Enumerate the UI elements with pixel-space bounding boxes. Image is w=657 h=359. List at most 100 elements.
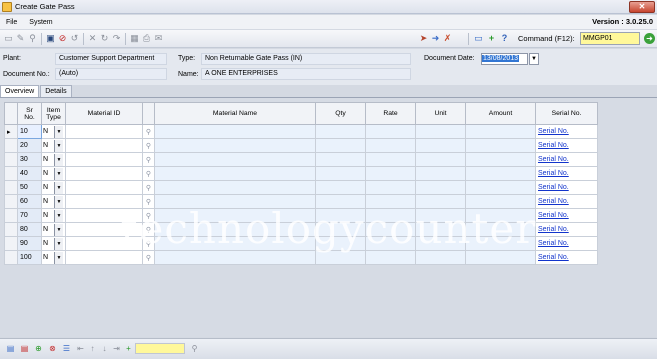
column-header-sr-no[interactable]: Sr No.: [17, 102, 42, 125]
serial-no-link[interactable]: Serial No.: [538, 142, 569, 149]
rate-cell[interactable]: [365, 124, 416, 139]
email-icon[interactable]: ✉: [153, 33, 164, 44]
material-id-cell[interactable]: [65, 138, 143, 153]
lookup-icon[interactable]: ⚲: [142, 166, 155, 181]
lookup-icon[interactable]: ⚲: [142, 124, 155, 139]
material-name-cell[interactable]: [154, 138, 316, 153]
column-header-material-id[interactable]: Material ID: [65, 102, 143, 125]
unit-cell[interactable]: [415, 152, 466, 167]
chevron-down-icon[interactable]: ▼: [54, 125, 63, 138]
print-icon[interactable]: ⎙: [141, 33, 152, 44]
amount-cell[interactable]: [465, 124, 536, 139]
material-name-cell[interactable]: [154, 124, 316, 139]
bottom-search-input[interactable]: [135, 343, 185, 354]
command-input[interactable]: [580, 32, 640, 45]
column-header-qty[interactable]: Qty: [315, 102, 366, 125]
qty-cell[interactable]: [315, 166, 366, 181]
serial-no-link[interactable]: Serial No.: [538, 254, 569, 261]
go-arrow-icon[interactable]: ➜: [644, 33, 655, 44]
navigate-icon[interactable]: ➜: [430, 33, 441, 44]
qty-cell[interactable]: [315, 138, 366, 153]
move-up-icon[interactable]: ↑: [88, 344, 97, 353]
column-header-material-name[interactable]: Material Name: [154, 102, 316, 125]
help-icon[interactable]: ?: [499, 33, 510, 44]
date-dropdown-icon[interactable]: ▼: [529, 53, 539, 65]
document-date-field[interactable]: 13/08/2013: [481, 53, 528, 65]
rate-cell[interactable]: [365, 138, 416, 153]
bookmark-icon[interactable]: ➤: [418, 33, 429, 44]
delete-circle-icon[interactable]: ⊗: [48, 344, 57, 353]
column-header-item-type[interactable]: Item Type: [41, 102, 66, 125]
menu-file[interactable]: File: [6, 19, 17, 26]
column-header-amount[interactable]: Amount: [465, 102, 536, 125]
unit-cell[interactable]: [415, 124, 466, 139]
chevron-down-icon[interactable]: ▼: [54, 181, 63, 194]
menu-system[interactable]: System: [29, 19, 52, 26]
sr-no-cell[interactable]: 10: [17, 124, 42, 139]
qty-cell[interactable]: [315, 124, 366, 139]
table-row[interactable]: 20 N ▼ ⚲ Serial No.: [4, 138, 598, 153]
item-type-select[interactable]: N ▼: [41, 138, 66, 153]
table-row[interactable]: 30 N ▼ ⚲ Serial No.: [4, 152, 598, 167]
unit-cell[interactable]: [415, 180, 466, 195]
table-row[interactable]: 40 N ▼ ⚲ Serial No.: [4, 166, 598, 181]
qty-cell[interactable]: [315, 152, 366, 167]
window-close-button[interactable]: ✕: [629, 1, 655, 13]
move-last-icon[interactable]: ⇥: [112, 344, 121, 353]
search-icon[interactable]: ⚲: [27, 33, 38, 44]
serial-no-link[interactable]: Serial No.: [538, 170, 569, 177]
item-type-select[interactable]: N ▼: [41, 166, 66, 181]
tab-overview[interactable]: Overview: [0, 85, 40, 97]
column-header-unit[interactable]: Unit: [415, 102, 466, 125]
lookup-icon[interactable]: ⚲: [142, 152, 155, 167]
sr-no-cell[interactable]: 30: [17, 152, 42, 167]
sr-no-cell[interactable]: 40: [17, 166, 42, 181]
tab-details[interactable]: Details: [40, 85, 72, 97]
add-icon[interactable]: +: [486, 33, 497, 44]
refresh-icon[interactable]: ↻: [99, 33, 110, 44]
serial-no-link[interactable]: Serial No.: [538, 184, 569, 191]
column-header-rate[interactable]: Rate: [365, 102, 416, 125]
window-icon[interactable]: ▭: [473, 33, 484, 44]
move-first-icon[interactable]: ⇤: [76, 344, 85, 353]
cancel-icon[interactable]: ⊘: [57, 33, 68, 44]
new-icon[interactable]: ▭: [3, 33, 14, 44]
chevron-down-icon[interactable]: ▼: [54, 167, 63, 180]
material-name-cell[interactable]: [154, 166, 316, 181]
material-id-cell[interactable]: [65, 166, 143, 181]
plant-field[interactable]: Customer Support Department: [55, 53, 167, 65]
move-down-icon[interactable]: ↓: [100, 344, 109, 353]
rate-cell[interactable]: [365, 166, 416, 181]
sr-no-cell[interactable]: 50: [17, 180, 42, 195]
unit-cell[interactable]: [415, 166, 466, 181]
remove-row-icon[interactable]: ▤: [20, 344, 29, 353]
plus-icon[interactable]: +: [124, 344, 133, 353]
material-name-cell[interactable]: [154, 180, 316, 195]
delete-icon[interactable]: ✕: [87, 33, 98, 44]
chevron-down-icon[interactable]: ▼: [54, 251, 63, 264]
item-type-select[interactable]: N ▼: [41, 152, 66, 167]
rate-cell[interactable]: [365, 180, 416, 195]
column-header-serial-no[interactable]: Serial No.: [535, 102, 598, 125]
material-id-cell[interactable]: [65, 124, 143, 139]
material-id-cell[interactable]: [65, 180, 143, 195]
serial-no-link[interactable]: Serial No.: [538, 128, 569, 135]
insert-row-icon[interactable]: ▤: [6, 344, 15, 353]
list-icon[interactable]: ☰: [62, 344, 71, 353]
add-circle-icon[interactable]: ⊕: [34, 344, 43, 353]
amount-cell[interactable]: [465, 180, 536, 195]
item-type-select[interactable]: N ▼: [41, 180, 66, 195]
item-type-select[interactable]: N ▼: [41, 124, 66, 139]
table-row[interactable]: ▸ 10 N ▼ ⚲ Serial No.: [4, 124, 598, 139]
lookup-icon[interactable]: ⚲: [142, 180, 155, 195]
chevron-down-icon[interactable]: ▼: [54, 139, 63, 152]
amount-cell[interactable]: [465, 152, 536, 167]
filter-icon[interactable]: ⚲: [190, 344, 199, 353]
qty-cell[interactable]: [315, 180, 366, 195]
chevron-down-icon[interactable]: ▼: [54, 153, 63, 166]
material-id-cell[interactable]: [65, 152, 143, 167]
tools-icon[interactable]: ✗: [442, 33, 453, 44]
grid-icon[interactable]: ▦: [129, 33, 140, 44]
type-field[interactable]: Non Returnable Gate Pass (IN): [201, 53, 411, 65]
name-field[interactable]: A ONE ENTERPRISES: [201, 68, 411, 80]
